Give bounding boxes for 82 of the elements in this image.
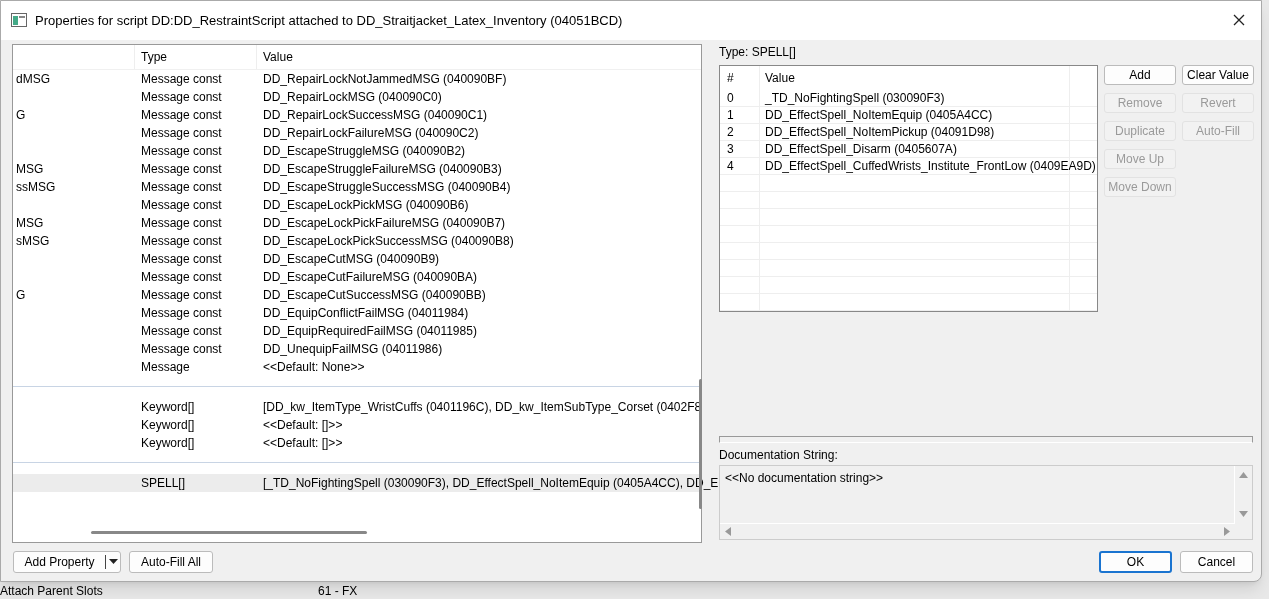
table-cell: Message const: [141, 143, 222, 158]
table-cell: Message const: [141, 215, 222, 230]
table-cell-text: _TD_NoFightingSpell (030090F3): [765, 89, 945, 107]
table-cell: DD_EquipRequiredFailMSG (04011985): [263, 323, 477, 338]
window-title: Properties for script DD:DD_RestraintScript attached to DD_Straitjacket_Latex_Inventory (04051BCD): [35, 11, 623, 30]
documentation-text: <<No documentation string>>: [720, 465, 1235, 523]
table-cell-text: 0: [727, 89, 734, 107]
array-button[interactable]: Add: [1104, 64, 1176, 85]
column-header[interactable]: Value: [760, 65, 1070, 90]
table-cell: DD_EscapeCutMSG (040090B9): [263, 251, 440, 266]
dropdown-arrow-icon[interactable]: [109, 559, 118, 565]
splitter[interactable]: [719, 435, 1253, 443]
dialog-button[interactable]: Cancel: [1180, 550, 1253, 573]
type-label: Type: SPELL[]: [719, 44, 797, 59]
scroll-down-icon[interactable]: [1239, 510, 1248, 517]
auto-fill-button[interactable]: Auto-Fill All: [129, 550, 214, 573]
table-cell: Message const: [141, 305, 222, 320]
scroll-left-icon[interactable]: [725, 526, 731, 536]
scroll-right-icon[interactable]: [1224, 526, 1230, 536]
table-cell: Message const: [141, 323, 222, 338]
table-cell-text: 3: [727, 140, 734, 158]
table-cell: dMSG: [16, 71, 50, 86]
table-cell: Message const: [141, 287, 222, 302]
table-cell: sMSG: [16, 233, 50, 248]
table-cell: DD_RepairLockNotJammedMSG (040090BF): [263, 71, 507, 86]
table-cell: Message const: [141, 197, 222, 212]
table-cell: DD_EquipConflictFailMSG (04011984): [263, 305, 469, 320]
table-cell: DD_RepairLockFailureMSG (040090C2): [263, 125, 479, 140]
background-text: Attach Parent Slots: [0, 582, 104, 599]
table-cell: DD_RepairLockSuccessMSG (040090C1): [263, 107, 488, 122]
table-cell: Message const: [141, 269, 222, 284]
table-cell: ssMSG: [16, 179, 56, 194]
scrollbar-thumb[interactable]: [91, 530, 367, 534]
array-button[interactable]: Clear Value: [1182, 64, 1254, 85]
table-cell: Message const: [141, 161, 222, 176]
close-icon: [1233, 14, 1245, 27]
table-cell: Message: [141, 359, 190, 374]
table-cell: Message const: [141, 71, 222, 86]
table-cell: <<Default: []>>: [263, 417, 343, 432]
table-cell: <<Default: []>>: [263, 435, 343, 450]
column-header[interactable]: #: [720, 65, 760, 90]
table-cell: G: [16, 287, 26, 302]
table-cell-text: DD_EffectSpell_NoItemPickup (04091D98): [765, 123, 995, 141]
table-cell: DD_EscapeLockPickSuccessMSG (040090B8): [263, 233, 514, 248]
table-cell: Message const: [141, 233, 222, 248]
table-cell: Message const: [141, 341, 222, 356]
table-cell-text: 4: [727, 157, 734, 175]
table-cell: MSG: [16, 215, 44, 230]
table-cell: Message const: [141, 179, 222, 194]
table-cell: Message const: [141, 125, 222, 140]
table-cell-text: DD_EffectSpell_CuffedWrists_Institute_FrontLow (0409EA9D): [765, 157, 1096, 175]
table-cell: Message const: [141, 89, 222, 104]
table-cell-text: 2: [727, 123, 734, 141]
table-cell: DD_EscapeLockPickMSG (040090B6): [263, 197, 469, 212]
table-cell: Keyword[]: [141, 417, 195, 432]
table-cell: DD_EscapeCutFailureMSG (040090BA): [263, 269, 478, 284]
table-cell: DD_RepairLockMSG (040090C0): [263, 89, 442, 104]
documentation-label: Documentation String:: [719, 447, 839, 462]
dialog-button[interactable]: OK: [1099, 550, 1172, 573]
table-cell: Keyword[]: [141, 435, 195, 450]
table-cell: Keyword[]: [141, 399, 195, 414]
table-cell: DD_EscapeStruggleMSG (040090B2): [263, 143, 466, 158]
table-cell: DD_EscapeCutSuccessMSG (040090BB): [263, 287, 486, 302]
table-cell: Message const: [141, 251, 222, 266]
table-cell: DD_EscapeStruggleFailureMSG (040090B3): [263, 161, 502, 176]
scroll-up-icon[interactable]: [1239, 471, 1248, 478]
column-header[interactable]: Type: [135, 44, 257, 69]
table-cell: DD_EscapeStruggleSuccessMSG (040090B4): [263, 179, 511, 194]
table-cell: Message const: [141, 107, 222, 122]
table-cell: DD_UnequipFailMSG (04011986): [263, 341, 443, 356]
column-header[interactable]: Value: [257, 44, 701, 69]
table-cell: DD_EscapeLockPickFailureMSG (040090B7): [263, 215, 506, 230]
table-cell-text: 1: [727, 106, 734, 124]
table-cell: SPELL[]: [141, 475, 186, 490]
table-cell: MSG: [16, 161, 44, 176]
add-property-button[interactable]: Add Property: [13, 550, 121, 573]
background-text: 61 - FX: [318, 582, 358, 599]
table-cell-text: DD_EffectSpell_NoItemEquip (0405A4CC): [765, 106, 993, 124]
table-cell-text: DD_EffectSpell_Disarm (0405607A): [765, 140, 957, 158]
table-cell: <<Default: None>>: [263, 359, 365, 374]
window-icon: [11, 13, 27, 28]
table-cell: G: [16, 107, 26, 122]
